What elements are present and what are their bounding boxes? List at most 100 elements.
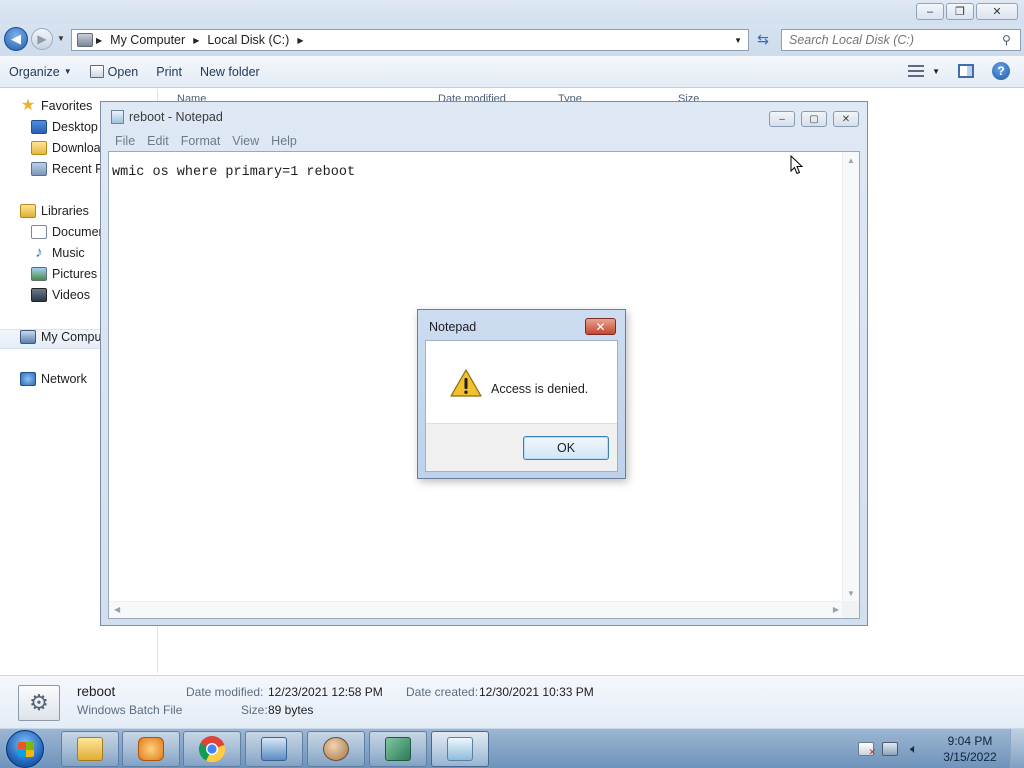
- forward-button[interactable]: ▶: [31, 28, 53, 50]
- address-bar[interactable]: ▶ My Computer ▶ Local Disk (C:) ▶ ▼: [71, 29, 749, 51]
- close-button[interactable]: ✕: [976, 3, 1018, 20]
- batch-file-icon: ⚙: [18, 685, 60, 721]
- column-name[interactable]: Name: [177, 93, 206, 101]
- notepad-icon: [111, 110, 124, 124]
- clock[interactable]: 9:04 PM 3/15/2022: [930, 733, 1010, 765]
- taskbar-chrome[interactable]: [183, 731, 241, 767]
- start-button[interactable]: [6, 730, 44, 768]
- print-button[interactable]: Print: [147, 65, 191, 79]
- nav-my-computer[interactable]: My Computer: [20, 330, 100, 344]
- taskbar-notepad[interactable]: [431, 731, 489, 767]
- change-view-button[interactable]: ▼: [908, 65, 940, 77]
- back-button[interactable]: ◀: [4, 27, 28, 51]
- show-desktop-button[interactable]: [1010, 729, 1024, 768]
- search-icon[interactable]: ⚲: [1002, 33, 1020, 47]
- nav-desktop[interactable]: Desktop: [31, 120, 100, 134]
- action-center-flag-icon[interactable]: ✕: [858, 742, 876, 757]
- taskbar-explorer[interactable]: [61, 731, 119, 767]
- organize-button[interactable]: Organize ▼: [0, 65, 81, 79]
- scroll-down-icon[interactable]: ▼: [847, 589, 855, 598]
- address-dropdown-icon[interactable]: ▼: [734, 36, 742, 45]
- scroll-left-icon[interactable]: ◀: [114, 605, 120, 614]
- horizontal-scrollbar[interactable]: ◀ ▶: [109, 601, 844, 618]
- notepad-title: reboot - Notepad: [129, 110, 223, 124]
- scroll-up-icon[interactable]: ▲: [847, 156, 855, 165]
- breadcrumb-local-disk[interactable]: Local Disk (C:): [202, 33, 294, 47]
- open-button[interactable]: Open: [81, 65, 148, 79]
- details-date-modified-label: Date modified:: [186, 685, 264, 699]
- nav-documents[interactable]: Documents: [31, 225, 100, 239]
- column-date-modified[interactable]: Date modified: [438, 93, 506, 101]
- music-note-icon: ♪: [35, 246, 43, 260]
- desktop-icon: [31, 120, 47, 134]
- ok-button[interactable]: OK: [523, 436, 609, 460]
- restore-button[interactable]: ❐: [946, 3, 974, 20]
- notepad-content[interactable]: wmic os where primary=1 reboot: [112, 165, 355, 180]
- notepad-minimize-button[interactable]: ‒: [769, 111, 795, 127]
- explorer-caption-bar: ‒ ❐ ✕: [0, 0, 1024, 24]
- nav-videos[interactable]: Videos: [31, 288, 100, 302]
- mouse-cursor-icon: [790, 155, 804, 175]
- menu-edit[interactable]: Edit: [141, 134, 175, 148]
- column-size[interactable]: Size: [678, 93, 699, 101]
- nav-recent-places[interactable]: Recent Places: [31, 162, 100, 176]
- recent-places-icon: [31, 162, 47, 176]
- new-folder-button[interactable]: New folder: [191, 65, 269, 79]
- chevron-right-icon[interactable]: ▶: [190, 36, 202, 45]
- nav-recent-label: Recent Places: [52, 162, 100, 176]
- chevron-down-icon: ▼: [63, 67, 72, 76]
- menu-view[interactable]: View: [226, 134, 265, 148]
- menu-format[interactable]: Format: [175, 134, 227, 148]
- downloads-folder-icon: [31, 141, 47, 155]
- dialog-close-button[interactable]: ✕: [585, 318, 616, 335]
- help-icon[interactable]: ?: [992, 62, 1010, 80]
- taskbar-control-panel[interactable]: [245, 731, 303, 767]
- libraries-icon: [20, 204, 36, 218]
- details-date-modified-value: 12/23/2021 12:58 PM: [268, 685, 383, 699]
- address-row: ◀ ▶ ▼ ▶ My Computer ▶ Local Disk (C:) ▶ …: [0, 24, 1024, 56]
- taskbar: ✕ 🔈︎ 9:04 PM 3/15/2022: [0, 728, 1024, 768]
- explorer-window-controls: ‒ ❐ ✕: [916, 3, 1018, 20]
- details-file-name: reboot: [77, 684, 116, 699]
- refresh-button[interactable]: ⇆: [752, 31, 774, 49]
- menu-help[interactable]: Help: [265, 134, 303, 148]
- dialog-title: Notepad: [429, 320, 477, 334]
- nav-pictures[interactable]: Pictures: [31, 267, 100, 281]
- details-date-created-value: 12/30/2021 10:33 PM: [479, 685, 594, 699]
- vertical-scrollbar[interactable]: ▲ ▼: [842, 152, 859, 602]
- view-controls: ▼ ?: [908, 62, 1010, 80]
- nav-music[interactable]: ♪ Music: [31, 246, 100, 260]
- notepad-title-bar: reboot - Notepad: [111, 110, 223, 124]
- details-file-type: Windows Batch File: [77, 703, 183, 717]
- search-box[interactable]: ⚲: [781, 29, 1021, 51]
- dialog-message: Access is denied.: [491, 382, 589, 396]
- details-pane: ⚙ reboot Windows Batch File Date modifie…: [0, 675, 1024, 728]
- taskbar-users[interactable]: [307, 731, 365, 767]
- forward-arrow-icon: ▶: [37, 32, 47, 46]
- breadcrumb-my-computer[interactable]: My Computer: [105, 33, 190, 47]
- details-size-label: Size:: [241, 703, 268, 717]
- notepad-maximize-button[interactable]: ▢: [801, 111, 827, 127]
- size-grip[interactable]: [842, 601, 859, 618]
- volume-icon[interactable]: 🔈︎: [906, 742, 922, 756]
- scroll-right-icon[interactable]: ▶: [833, 605, 839, 614]
- menu-file[interactable]: File: [109, 134, 141, 148]
- search-input[interactable]: [782, 33, 1002, 47]
- taskbar-network-tool[interactable]: [369, 731, 427, 767]
- preview-pane-icon[interactable]: [958, 64, 974, 78]
- chrome-icon: [199, 736, 226, 763]
- minimize-button[interactable]: ‒: [916, 3, 944, 20]
- nav-downloads[interactable]: Downloads: [31, 141, 100, 155]
- chevron-right-icon[interactable]: ▶: [294, 36, 306, 45]
- notepad-close-button[interactable]: ✕: [833, 111, 859, 127]
- network-status-icon[interactable]: [882, 742, 898, 756]
- close-icon: ✕: [595, 319, 606, 334]
- computer-icon: [77, 33, 93, 47]
- column-type[interactable]: Type: [558, 93, 582, 101]
- taskbar-media-player[interactable]: [122, 731, 180, 767]
- network-icon: [20, 372, 36, 386]
- chevron-right-icon[interactable]: ▶: [93, 36, 105, 45]
- nav-favorites-label: Favorites: [41, 99, 93, 113]
- nav-pictures-label: Pictures: [52, 267, 98, 281]
- recent-pages-dropdown[interactable]: ▼: [57, 34, 65, 43]
